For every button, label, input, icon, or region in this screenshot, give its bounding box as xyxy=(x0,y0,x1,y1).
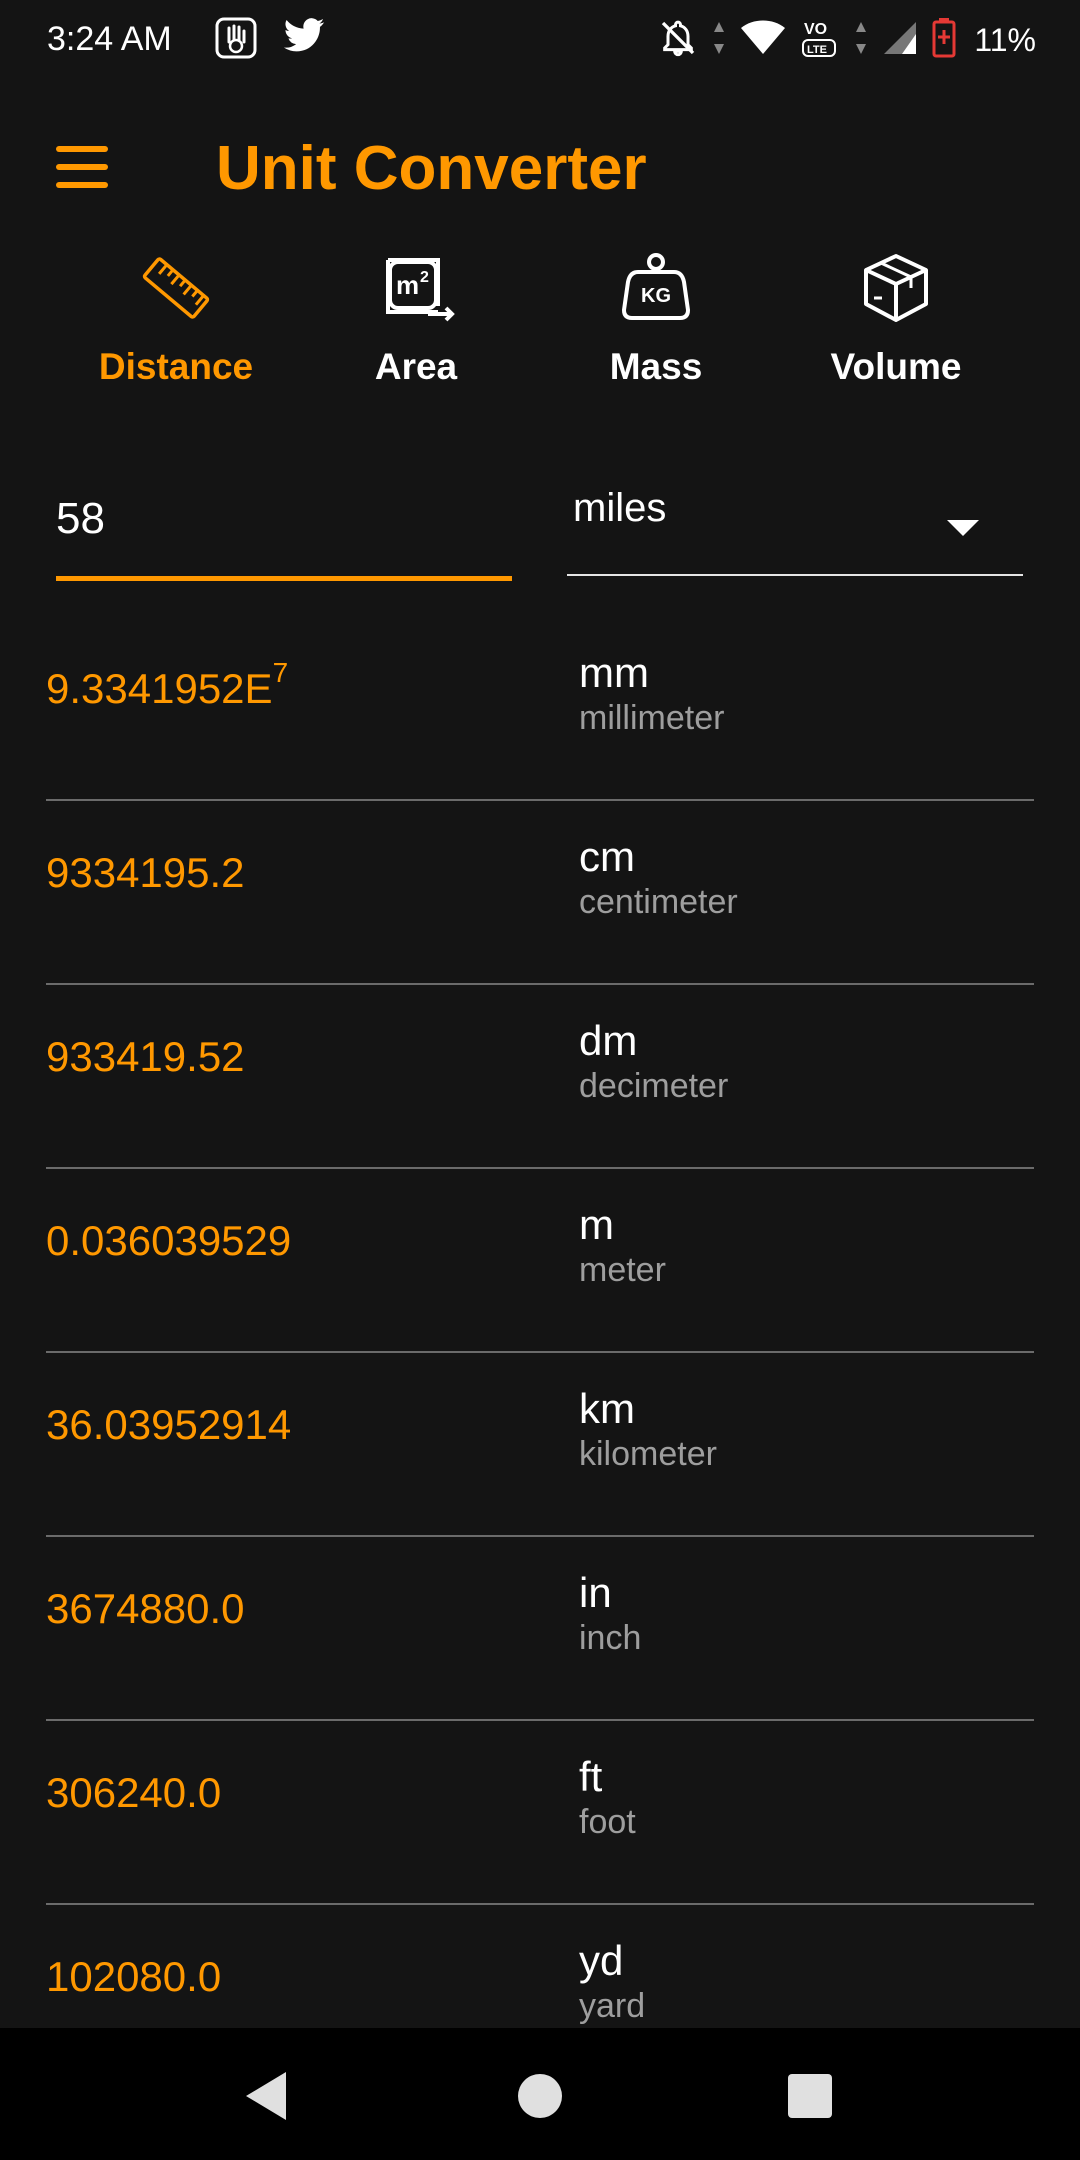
result-value: 933419.52 xyxy=(46,1033,245,1080)
result-exponent: 7 xyxy=(272,657,289,688)
tab-mass[interactable]: KG Mass xyxy=(536,248,776,418)
notification-app-icon xyxy=(214,16,258,65)
tab-label: Area xyxy=(374,346,458,387)
home-circle-icon xyxy=(518,2074,562,2118)
recents-button[interactable] xyxy=(778,2064,842,2128)
signal-icon xyxy=(882,20,918,61)
dropdown-arrow-icon xyxy=(947,520,979,536)
result-value: 3674880.0 xyxy=(46,1585,245,1632)
weight-kg-icon: KG xyxy=(621,253,691,320)
result-value: 36.03952914 xyxy=(46,1401,292,1448)
unit-abbreviation: yd xyxy=(579,1937,624,1984)
result-row-km[interactable]: 36.03952914 km kilometer xyxy=(46,1353,1034,1537)
unit-name: yard xyxy=(579,1987,646,2025)
status-time: 3:24 AM xyxy=(47,20,172,58)
tab-volume[interactable]: Volume xyxy=(776,248,1016,418)
svg-text:LTE: LTE xyxy=(807,44,827,56)
svg-text:m: m xyxy=(396,270,419,300)
home-button[interactable] xyxy=(508,2064,572,2128)
unit-name: kilometer xyxy=(579,1435,717,1473)
unit-abbreviation: in xyxy=(579,1569,612,1616)
unit-abbreviation: ft xyxy=(579,1753,603,1800)
category-tabs: Distance m 2 Area KG Mass Volume xyxy=(0,248,1080,418)
result-row-mm[interactable]: 9.3341952E7 mm millimeter xyxy=(46,617,1034,801)
unit-abbreviation: m xyxy=(579,1201,614,1248)
value-input[interactable] xyxy=(56,494,512,544)
app-title: Unit Converter xyxy=(216,134,647,203)
result-row-dm[interactable]: 933419.52 dm decimeter xyxy=(46,985,1034,1169)
unit-name: decimeter xyxy=(579,1067,729,1105)
tab-label: Distance xyxy=(98,346,254,387)
tab-label: Volume xyxy=(830,346,962,387)
unit-dropdown[interactable]: miles xyxy=(567,470,1023,576)
result-row-yd[interactable]: 102080.0 yd yard xyxy=(46,1905,1034,2027)
unit-name: inch xyxy=(579,1619,642,1657)
unit-name: foot xyxy=(579,1803,636,1841)
result-row-m[interactable]: 0.036039529 m meter xyxy=(46,1169,1034,1353)
twitter-icon xyxy=(282,16,326,65)
tab-area[interactable]: m 2 Area xyxy=(296,248,536,418)
data-arrows-icon xyxy=(854,20,868,61)
svg-text:2: 2 xyxy=(420,269,429,286)
result-row-cm[interactable]: 9334195.2 cm centimeter xyxy=(46,801,1034,985)
battery-icon xyxy=(932,18,956,63)
menu-button[interactable] xyxy=(48,144,112,194)
back-button[interactable] xyxy=(236,2064,300,2128)
unit-name: centimeter xyxy=(579,883,738,921)
wifi-icon xyxy=(740,20,786,61)
recents-square-icon xyxy=(788,2074,832,2118)
unit-dropdown-value: miles xyxy=(573,486,667,530)
unit-abbreviation: mm xyxy=(579,649,649,696)
result-value: 102080.0 xyxy=(46,1953,222,2000)
result-value: 9334195.2 xyxy=(46,849,245,896)
unit-abbreviation: cm xyxy=(579,833,635,880)
system-nav-bar xyxy=(0,2028,1080,2160)
unit-abbreviation: dm xyxy=(579,1017,638,1064)
results-list: 9.3341952E7 mm millimeter 9334195.2 cm c… xyxy=(46,617,1034,2027)
area-m2-icon: m 2 xyxy=(386,258,455,322)
back-triangle-icon xyxy=(246,2072,286,2120)
unit-name: meter xyxy=(579,1251,666,1289)
value-input-container xyxy=(56,470,512,581)
battery-percent: 11% xyxy=(974,22,1036,58)
data-arrows-icon xyxy=(712,20,726,61)
app-bar: Unit Converter xyxy=(0,100,1080,230)
svg-text:KG: KG xyxy=(641,285,671,307)
unit-abbreviation: km xyxy=(579,1385,635,1432)
ruler-icon xyxy=(142,257,210,319)
result-row-ft[interactable]: 306240.0 ft foot xyxy=(46,1721,1034,1905)
result-value: 9.3341952E7 xyxy=(46,657,289,712)
status-bar: 3:24 AM VO LTE 11% xyxy=(0,0,1080,84)
unit-name: millimeter xyxy=(579,699,725,737)
result-value: 0.036039529 xyxy=(46,1217,292,1264)
result-value: 306240.0 xyxy=(46,1769,222,1816)
tab-label: Mass xyxy=(609,346,703,387)
conversion-input-row: miles xyxy=(0,460,1080,581)
svg-text:VO: VO xyxy=(804,21,827,38)
bell-off-icon xyxy=(658,18,698,63)
tab-distance[interactable]: Distance xyxy=(56,248,296,418)
box-icon xyxy=(864,254,928,322)
result-row-in[interactable]: 3674880.0 in inch xyxy=(46,1537,1034,1721)
volte-icon: VO LTE xyxy=(800,16,840,65)
